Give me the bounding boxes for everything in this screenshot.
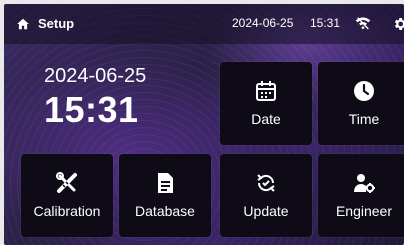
engineer-button-label: Engineer: [335, 203, 393, 219]
database-icon: [158, 173, 173, 193]
database-button[interactable]: Database: [119, 154, 211, 237]
update-icon: [257, 174, 275, 192]
status-time: 15:31: [310, 16, 341, 30]
engineer-button[interactable]: Engineer: [318, 154, 404, 237]
clock-date: 2024-06-25: [44, 65, 147, 87]
wifi-off-icon: [355, 17, 371, 30]
page-title: Setup: [38, 16, 75, 31]
update-button-label: Update: [243, 203, 289, 219]
time-button-label: Time: [348, 111, 380, 127]
date-button[interactable]: Date: [220, 62, 312, 145]
status-date: 2024-06-25: [232, 16, 294, 30]
calibration-button[interactable]: Calibration: [21, 154, 113, 237]
update-button[interactable]: Update: [220, 154, 312, 237]
status-bar: Setup 2024-06-25 15:31: [4, 4, 404, 44]
calibration-button-label: Calibration: [33, 203, 101, 219]
clock-icon: [354, 81, 374, 101]
tools-icon: [56, 172, 77, 193]
home-icon[interactable]: [16, 17, 30, 31]
date-button-label: Date: [251, 111, 281, 127]
calendar-icon: [256, 81, 276, 101]
setup-screen: Setup 2024-06-25 15:31 2024-06-25 15:31 …: [4, 4, 404, 245]
gear-icon[interactable]: [392, 16, 404, 32]
clock-time: 15:31: [44, 89, 139, 130]
time-button[interactable]: Time: [318, 62, 404, 145]
database-button-label: Database: [135, 203, 195, 219]
engineer-icon: [354, 174, 375, 193]
